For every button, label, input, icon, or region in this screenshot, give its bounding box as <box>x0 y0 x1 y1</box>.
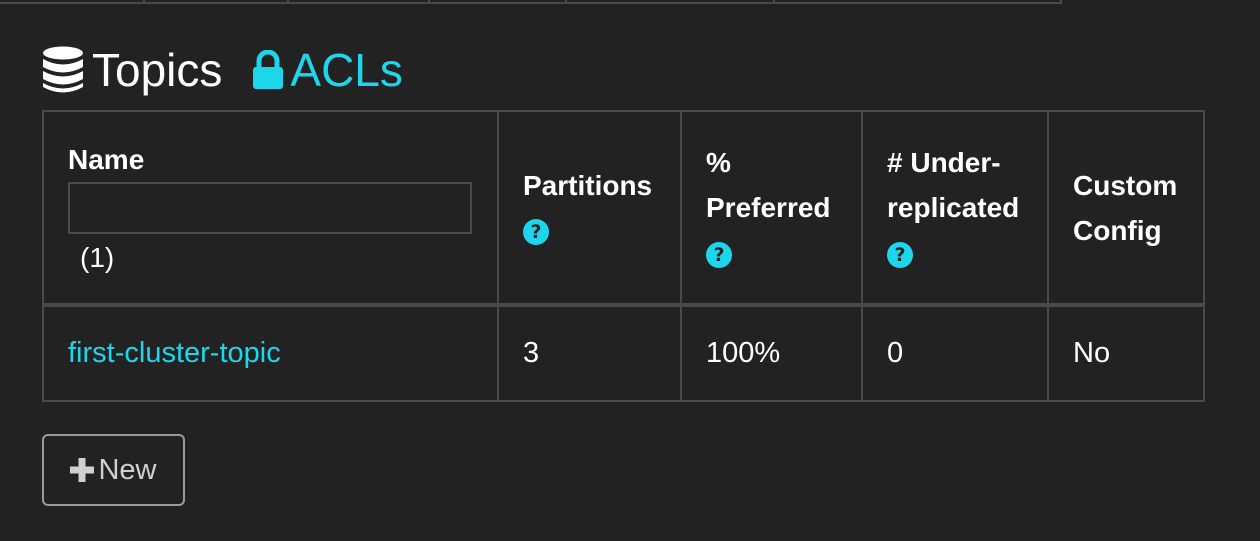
cell-preferred: 100% <box>680 304 863 402</box>
question-circle-icon[interactable]: ? <box>706 241 732 268</box>
column-header-partitions: Partitions ? <box>497 110 682 307</box>
page-title: Topics <box>92 44 223 96</box>
topics-table: Name (1) Partitions ? % Preferred ? # Un… <box>42 110 1205 402</box>
table-header-row: Name (1) Partitions ? % Preferred ? # Un… <box>42 110 1205 307</box>
name-filter-input[interactable] <box>68 182 472 234</box>
topic-count: (1) <box>80 242 115 273</box>
database-icon <box>42 46 84 94</box>
topic-link[interactable]: first-cluster-topic <box>68 337 281 369</box>
plus-icon <box>70 458 95 482</box>
table-divider <box>565 0 567 4</box>
column-label-preferred-line2: Preferred <box>706 192 831 223</box>
cell-under-replicated: 0 <box>861 304 1049 402</box>
column-header-custom-config: Custom Config <box>1047 110 1205 307</box>
cell-custom-config: No <box>1047 304 1205 402</box>
previous-table-edge <box>0 0 1062 4</box>
cell-partitions: 3 <box>497 304 682 402</box>
topics-section: Topics ACLs Name (1) Partitions ? % Pref… <box>0 0 1260 541</box>
section-heading: Topics ACLs <box>42 40 403 100</box>
table-divider <box>287 0 289 4</box>
new-button-label: New <box>98 453 157 486</box>
new-topic-button[interactable]: New <box>42 434 185 506</box>
table-divider <box>143 0 145 4</box>
acls-link[interactable]: ACLs <box>252 44 403 96</box>
column-label-partitions: Partitions <box>523 169 653 201</box>
column-label-under-line1: # Under- <box>887 147 1001 178</box>
table-row: first-cluster-topic 3 100% 0 No <box>42 304 1205 402</box>
column-header-under-replicated: # Under- replicated ? <box>861 110 1049 307</box>
column-label-under-line2: replicated <box>887 192 1020 223</box>
lock-icon <box>252 50 284 90</box>
acls-label: ACLs <box>290 44 403 96</box>
column-label-custom-line1: Custom <box>1073 169 1178 201</box>
column-label-custom-line2: Config <box>1073 214 1162 246</box>
cell-topic-name: first-cluster-topic <box>42 304 499 402</box>
column-header-preferred: % Preferred ? <box>680 110 863 307</box>
column-label-preferred-line1: % <box>706 147 731 178</box>
table-divider <box>773 0 775 4</box>
column-label-name: Name <box>68 144 145 175</box>
question-circle-icon[interactable]: ? <box>887 241 913 268</box>
column-header-name: Name (1) <box>42 110 499 307</box>
table-divider <box>428 0 430 4</box>
question-circle-icon[interactable]: ? <box>523 219 549 246</box>
